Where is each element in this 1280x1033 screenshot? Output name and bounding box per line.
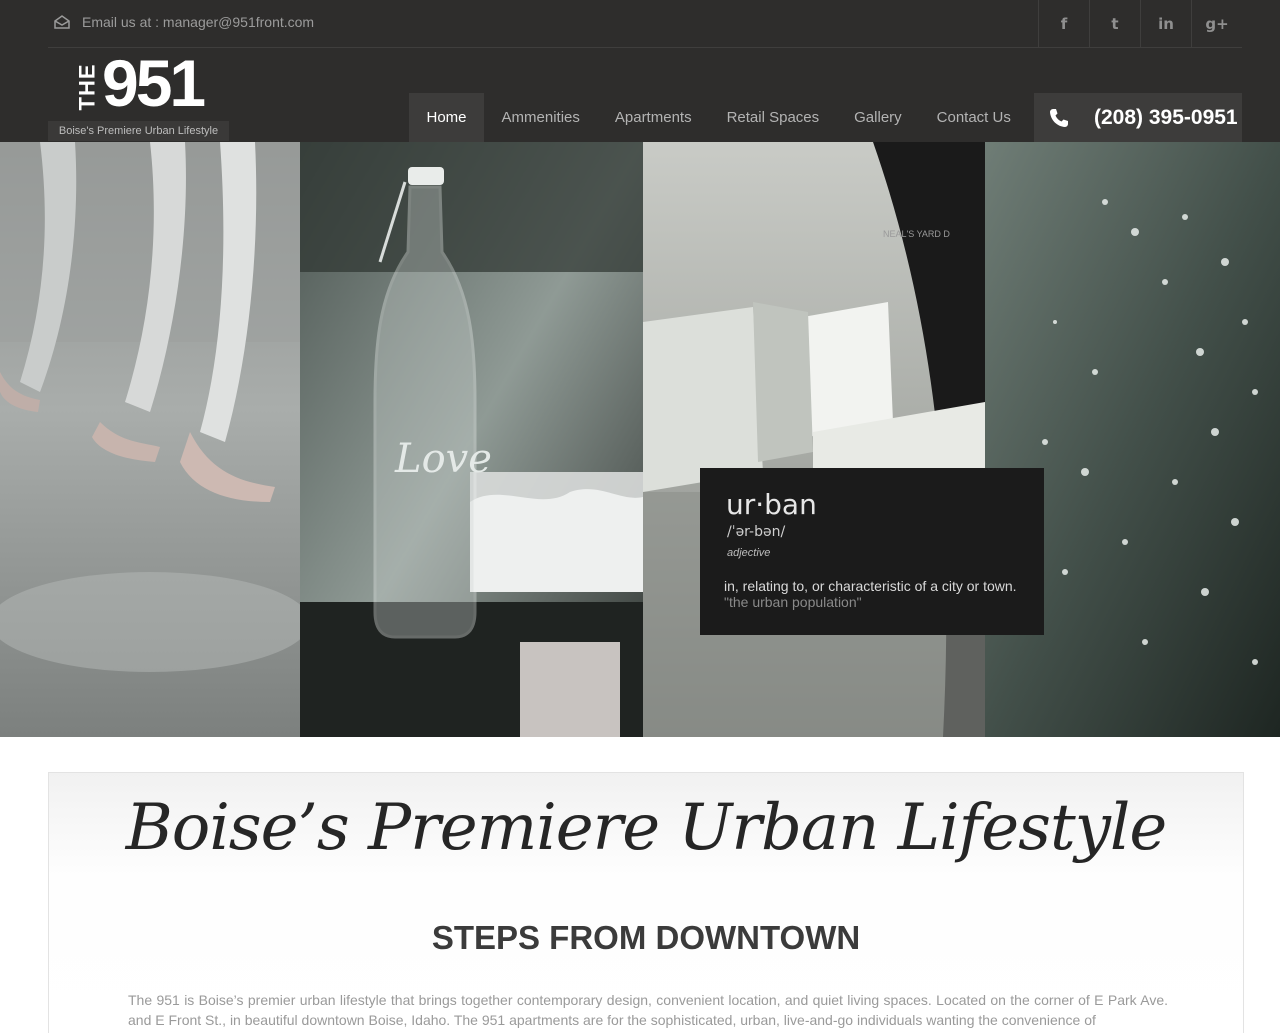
hero-image-water <box>985 142 1280 737</box>
definition-example: "the urban population" <box>724 594 862 610</box>
email-contact[interactable]: Email us at : manager@951front.com <box>54 14 314 30</box>
main-nav: Home Ammenities Apartments Retail Spaces… <box>409 93 1028 142</box>
apron-text: NEAL'S YARD D <box>883 229 950 239</box>
phone-number: (208) 395-0951 <box>1094 105 1238 129</box>
hero-image-ballet <box>0 142 300 737</box>
definition-pronunciation: /ˈər-bən/ <box>727 524 786 540</box>
nav-gallery[interactable]: Gallery <box>837 93 920 142</box>
twitter-icon[interactable]: t <box>1089 0 1140 47</box>
definition-meaning: in, relating to, or characteristic of a … <box>724 578 1017 594</box>
logo-number: 951 <box>102 46 206 120</box>
nav-contact-us[interactable]: Contact Us <box>919 93 1028 142</box>
intro-section: Boise’s Premiere Urban Lifestyle STEPS F… <box>48 772 1244 1033</box>
site-logo[interactable]: THE 951 Boise's Premiere Urban Lifestyle <box>48 50 229 142</box>
site-header: Email us at : manager@951front.com f t i… <box>0 0 1280 142</box>
logo-the: THE <box>74 63 99 111</box>
email-text: Email us at : manager@951front.com <box>82 14 315 30</box>
phone-icon <box>1049 108 1069 128</box>
hero-banner: Love NEAL'S YARD D ur·ban /ˈər-bən/ adje… <box>0 142 1280 737</box>
urban-definition-card: ur·ban /ˈər-bən/ adjective in, relating … <box>700 468 1044 635</box>
envelope-icon <box>54 15 70 29</box>
nav-retail-spaces[interactable]: Retail Spaces <box>709 93 837 142</box>
script-heading: Boise’s Premiere Urban Lifestyle <box>125 791 1167 865</box>
definition-part-of-speech: adjective <box>727 547 771 559</box>
linkedin-icon[interactable]: in <box>1140 0 1191 47</box>
top-bar: Email us at : manager@951front.com f t i… <box>48 0 1242 48</box>
social-links: f t in g+ <box>1038 0 1242 47</box>
bottle-love-text: Love <box>394 436 492 482</box>
nav-ammenities[interactable]: Ammenities <box>484 93 597 142</box>
phone-box[interactable]: (208) 395-0951 <box>1034 93 1242 142</box>
nav-apartments[interactable]: Apartments <box>597 93 709 142</box>
definition-word: ur·ban <box>726 488 817 521</box>
hero-image-cheese: NEAL'S YARD D <box>643 142 985 737</box>
hero-image-bottle: Love <box>300 142 643 737</box>
google-plus-icon[interactable]: g+ <box>1191 0 1242 47</box>
nav-home[interactable]: Home <box>409 93 485 142</box>
section-heading: STEPS FROM DOWNTOWN <box>431 919 861 956</box>
logo-tagline: Boise's Premiere Urban Lifestyle <box>48 121 229 141</box>
facebook-icon[interactable]: f <box>1038 0 1089 47</box>
intro-paragraph: The 951 is Boise’s premier urban lifesty… <box>128 992 1168 1028</box>
